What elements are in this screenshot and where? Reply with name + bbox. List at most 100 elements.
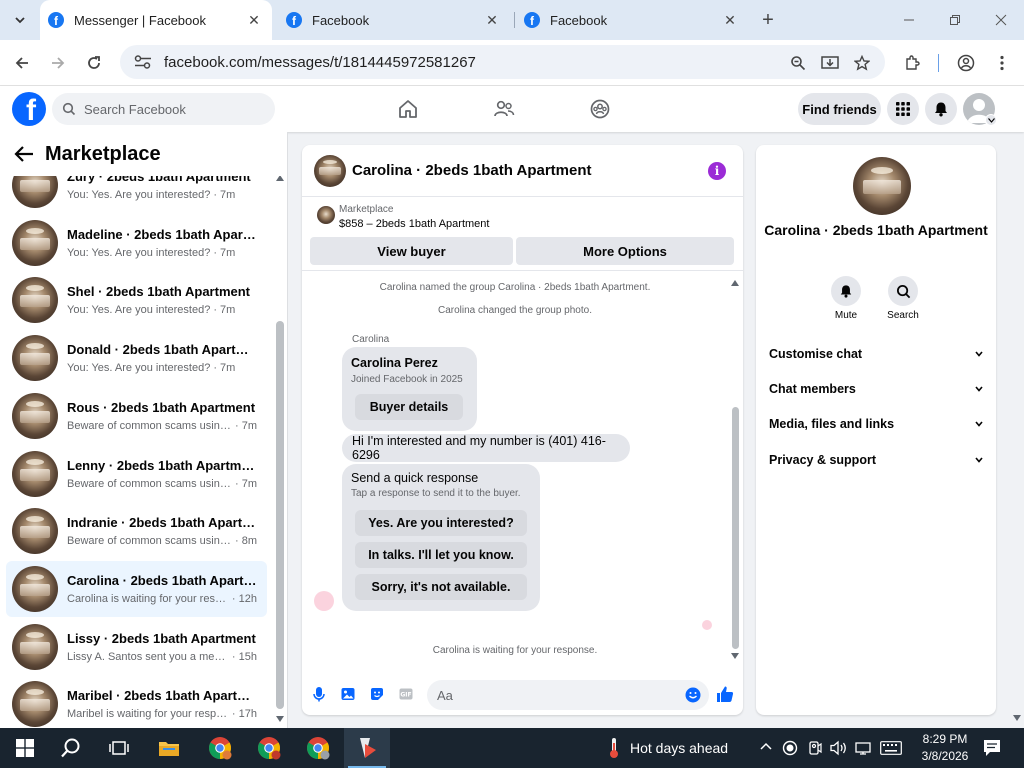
group-avatar[interactable] [853,157,911,215]
photo-icon[interactable] [340,686,356,702]
facebook-logo-icon[interactable]: f [12,92,46,126]
groups-icon[interactable] [587,96,613,122]
close-window-icon[interactable] [978,0,1024,40]
back-arrow-icon[interactable] [14,145,36,163]
chrome-profile-1-icon[interactable] [197,728,243,768]
record-icon[interactable] [782,740,798,756]
info-icon[interactable]: i [708,162,726,180]
sidebar-scrollbar[interactable] [276,321,284,709]
chat-scroll-down-icon[interactable] [731,653,739,659]
chrome-profile-2-icon[interactable] [246,728,292,768]
zoom-icon[interactable] [784,49,812,77]
active-app-icon[interactable] [344,728,390,768]
chat-avatar[interactable] [314,154,346,187]
system-clock[interactable]: 8:29 PM 3/8/2026 [912,731,978,765]
customise-chat-item[interactable]: Customise chat [769,347,983,361]
message-bubble[interactable]: Hi I'm interested and my number is (401)… [342,434,630,462]
show-hidden-icons-icon[interactable] [760,741,772,753]
tab-search-icon[interactable] [6,6,34,34]
listing-price[interactable]: $858 – 2beds 1bath Apartment [339,218,489,230]
forward-icon[interactable] [44,49,72,77]
browser-menu-icon[interactable] [988,49,1016,77]
find-friends-button[interactable]: Find friends [798,93,881,125]
conversation-item[interactable]: Shel · 2beds 1bath Apartment You: Yes. Ar… [6,272,267,328]
friends-icon[interactable] [491,96,517,122]
keyboard-icon[interactable] [880,741,902,755]
view-buyer-button[interactable]: View buyer [310,237,513,265]
account-chevron-icon[interactable] [985,114,997,126]
facebook-header: f Search Facebook Find friends [0,86,1024,132]
close-tab-icon[interactable]: ✕ [484,12,500,28]
info-group-name: Carolina · 2beds 1bath Apartment [764,222,988,238]
notifications-bell-icon[interactable] [925,93,957,125]
install-app-icon[interactable] [816,49,844,77]
conversation-item[interactable]: Madeline · 2beds 1bath Apartm... You: Yes… [6,215,267,271]
conversation-item[interactable]: Rous · 2beds 1bath Apartment Beware of co… [6,388,267,444]
close-tab-icon[interactable]: ✕ [246,12,262,28]
home-icon[interactable] [395,96,421,122]
media-files-links-item[interactable]: Media, files and links [769,417,983,431]
chat-members-item[interactable]: Chat members [769,382,983,396]
listing-thumbnail[interactable] [317,206,335,224]
sticker-icon[interactable] [369,686,385,702]
network-icon[interactable] [855,740,873,756]
quick-response-option[interactable]: Sorry, it's not available. [355,574,527,600]
camera-icon[interactable] [807,740,823,756]
profile-icon[interactable] [952,49,980,77]
seen-indicator [702,620,712,630]
tab-facebook-2[interactable]: f Facebook ✕ [516,0,748,40]
marketplace-listing-bar: Marketplace $858 – 2beds 1bath Apartment… [302,197,743,271]
address-bar[interactable]: facebook.com/messages/t/1814445972581267 [120,45,885,79]
emoji-icon[interactable] [685,687,701,703]
facebook-search-input[interactable]: Search Facebook [52,93,275,125]
chevron-down-icon [975,351,983,357]
chat-title[interactable]: Carolina · 2beds 1bath Apartment [352,162,592,179]
chrome-profile-3-icon[interactable] [295,728,341,768]
message-placeholder: Aa [437,687,453,703]
file-explorer-icon[interactable] [146,728,192,768]
conversation-preview-row: You: Yes. Are you interested? · 7m [67,362,257,374]
microphone-icon[interactable] [311,686,327,702]
message-input[interactable]: Aa [427,680,709,710]
close-tab-icon[interactable]: ✕ [722,12,738,28]
gif-icon[interactable]: GIF [398,686,414,702]
quick-response-option[interactable]: In talks. I'll let you know. [355,542,527,568]
more-options-button[interactable]: More Options [516,237,734,265]
privacy-support-item[interactable]: Privacy & support [769,453,983,467]
site-settings-icon[interactable] [134,55,152,69]
page-scroll-down-icon[interactable] [1013,715,1021,721]
conversation-item[interactable]: Lenny · 2beds 1bath Apartment Beware of c… [6,446,267,502]
tab-messenger[interactable]: f Messenger | Facebook ✕ [40,0,272,40]
conversation-text: Lissy · 2beds 1bath Apartment Lissy A. Sa… [67,631,257,663]
volume-icon[interactable] [830,740,848,756]
bookmark-star-icon[interactable] [848,49,876,77]
notification-center-icon[interactable] [982,738,1002,758]
buyer-details-button[interactable]: Buyer details [355,394,463,420]
back-icon[interactable] [8,49,36,77]
scroll-down-icon[interactable] [276,716,284,722]
conversation-item[interactable]: Maribel · 2beds 1bath Apartment Maribel i… [6,676,267,728]
task-view-icon[interactable] [96,728,142,768]
restore-icon[interactable] [932,0,978,40]
conversation-item[interactable]: Carolina · 2beds 1bath Apartment Carolina… [6,560,267,617]
conversation-item[interactable]: Lissy · 2beds 1bath Apartment Lissy A. Sa… [6,619,267,675]
taskbar-search-icon[interactable] [48,728,94,768]
tab-facebook-1[interactable]: f Facebook ✕ [278,0,510,40]
minimize-icon[interactable] [886,0,932,40]
search-icon[interactable] [888,276,918,306]
conversation-item[interactable]: Donald · 2beds 1bath Apartment You: Yes. … [6,330,267,386]
windows-start-icon[interactable] [2,728,48,768]
reload-icon[interactable] [80,49,108,77]
menu-grid-icon[interactable] [887,93,919,125]
conversation-item[interactable]: Indranie · 2beds 1bath Apartment Beware o… [6,503,267,559]
quick-response-option[interactable]: Yes. Are you interested? [355,510,527,536]
sidebar-header: Marketplace [0,132,287,176]
chat-scroll-up-icon[interactable] [731,280,739,286]
like-thumb-icon[interactable] [716,685,734,703]
extensions-icon[interactable] [898,49,926,77]
chevron-down-icon [975,457,983,463]
weather-widget[interactable]: Hot days ahead [608,728,728,768]
bell-icon[interactable] [831,276,861,306]
chat-scrollbar[interactable] [732,407,739,649]
new-tab-icon[interactable]: + [754,6,782,34]
